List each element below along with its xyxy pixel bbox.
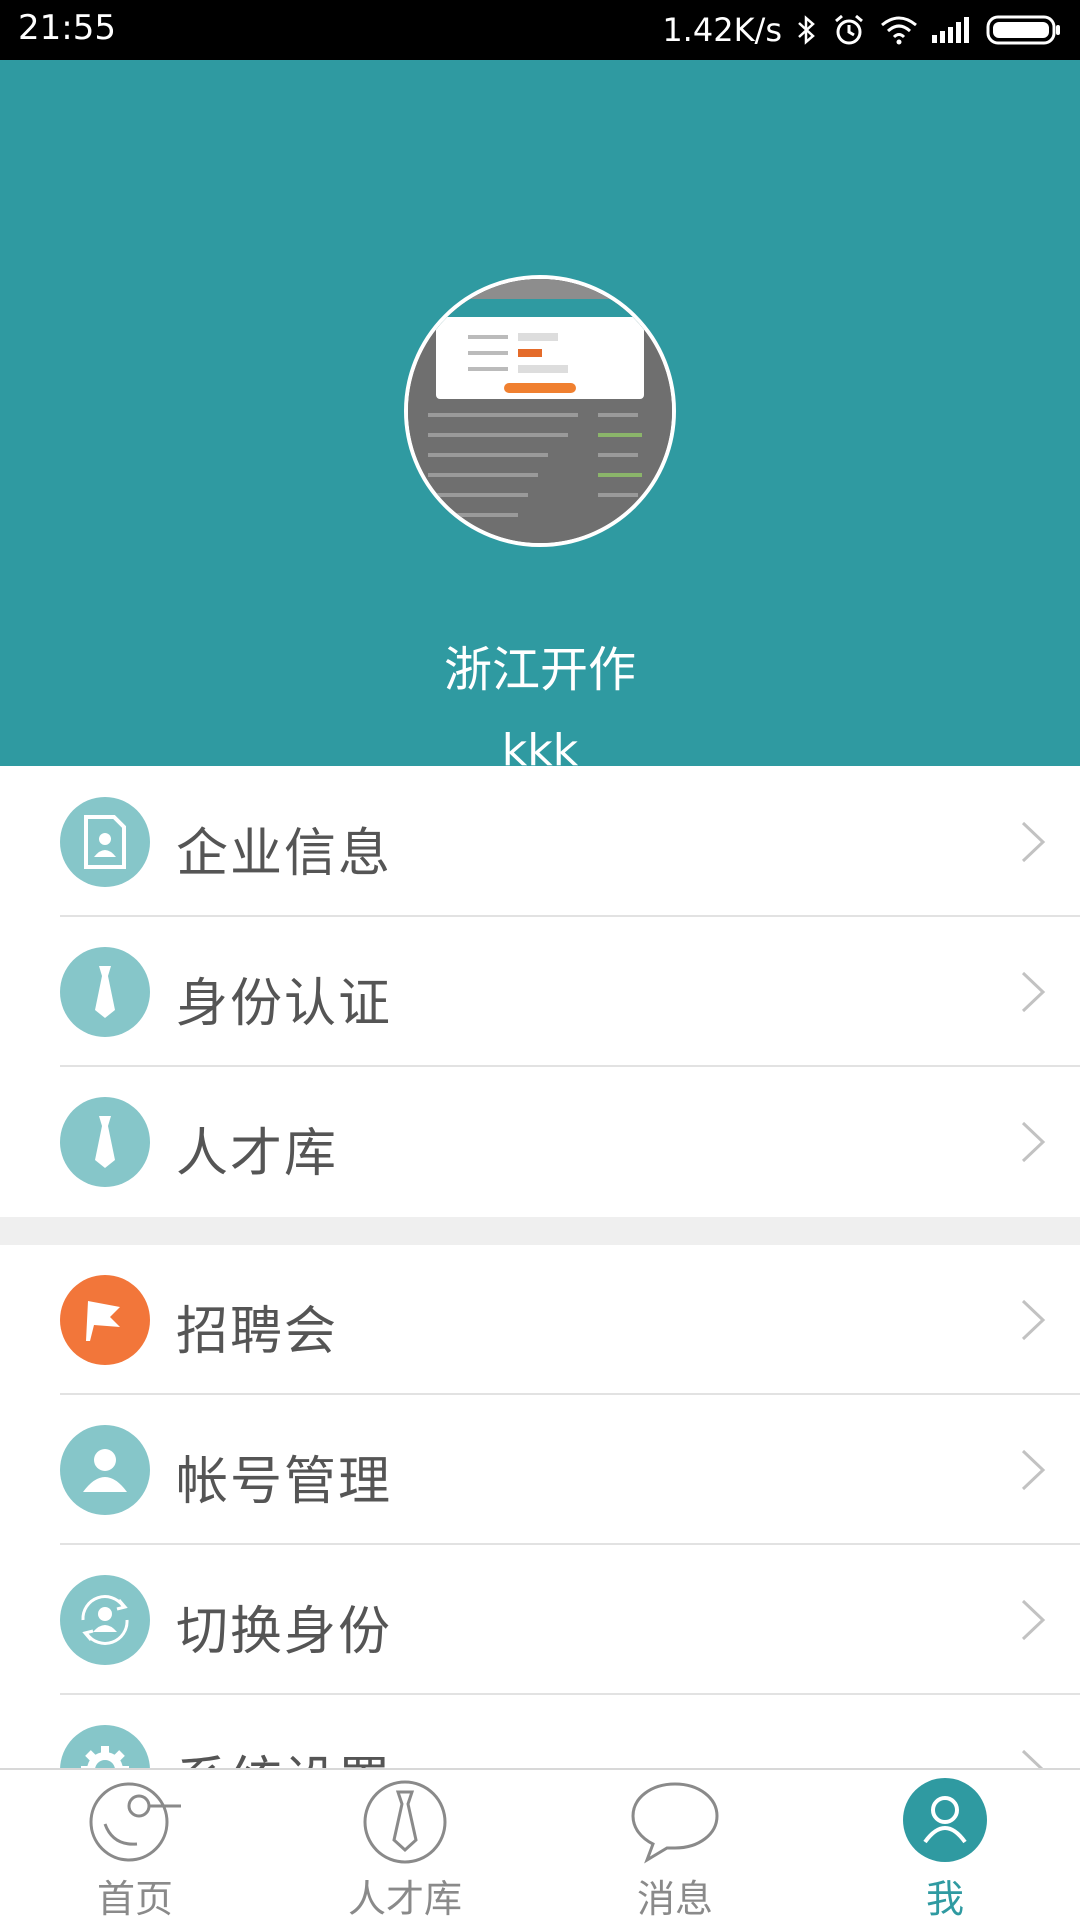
tab-talent-pool[interactable]: 人才库 xyxy=(270,1770,540,1920)
avatar-screenshot-image xyxy=(408,279,672,543)
tie-icon xyxy=(60,947,150,1037)
menu-item-label: 招聘会 xyxy=(176,1302,339,1362)
status-bar: 21:55 1.42K/s xyxy=(0,0,1080,60)
tab-label: 我 xyxy=(925,1877,964,1920)
switch-user-icon xyxy=(60,1575,150,1665)
chevron-right-icon xyxy=(1020,1448,1046,1496)
tie-icon xyxy=(361,1778,449,1868)
chevron-right-icon xyxy=(1020,970,1046,1018)
signal-icon xyxy=(932,17,972,43)
menu-item-label: 切换身份 xyxy=(176,1602,393,1662)
tab-label: 消息 xyxy=(636,1877,713,1920)
menu-item-label: 帐号管理 xyxy=(176,1452,393,1512)
chevron-right-icon xyxy=(1020,820,1046,868)
menu-item-switch-identity[interactable]: 切换身份 xyxy=(0,1545,1080,1695)
chevron-right-icon xyxy=(1020,1298,1046,1346)
tie-icon xyxy=(60,1097,150,1187)
status-time: 21:55 xyxy=(18,8,116,48)
tab-label: 首页 xyxy=(96,1877,173,1920)
bluetooth-icon xyxy=(796,14,818,46)
contact-card-icon xyxy=(60,797,150,887)
alarm-icon xyxy=(832,13,866,47)
menu-item-job-fair[interactable]: 招聘会 xyxy=(0,1245,1080,1395)
menu-item-system-settings[interactable]: 系统设置 xyxy=(0,1695,1080,1769)
chevron-right-icon xyxy=(1020,1120,1046,1168)
flag-icon xyxy=(60,1275,150,1365)
chevron-right-icon xyxy=(1020,1748,1046,1769)
menu-item-label: 人才库 xyxy=(176,1124,339,1184)
menu-item-label: 企业信息 xyxy=(176,824,393,884)
menu-group-account: 招聘会 帐号管理 切换身份 系统设置 xyxy=(0,1245,1080,1769)
menu-item-company-info[interactable]: 企业信息 xyxy=(0,767,1080,917)
bottom-nav: 首页 人才库 消息 我 xyxy=(0,1768,1080,1920)
tab-me[interactable]: 我 xyxy=(810,1770,1080,1920)
menu-group-company: 企业信息 身份认证 人才库 xyxy=(0,767,1080,1217)
profile-header: 浙江开作 kkk xyxy=(0,60,1080,776)
tab-home[interactable]: 首页 xyxy=(0,1770,270,1920)
home-icon xyxy=(85,1778,185,1868)
menu-item-label: 系统设置 xyxy=(176,1739,392,1769)
avatar[interactable] xyxy=(404,275,676,547)
tab-messages[interactable]: 消息 xyxy=(540,1770,810,1920)
net-speed: 1.42K/s xyxy=(662,11,782,49)
wifi-icon xyxy=(880,15,918,45)
status-icons: 1.42K/s xyxy=(662,6,1062,54)
chat-bubble-icon xyxy=(629,1778,721,1868)
chevron-right-icon xyxy=(1020,1598,1046,1646)
user-icon xyxy=(60,1425,150,1515)
menu-item-account-management[interactable]: 帐号管理 xyxy=(0,1395,1080,1545)
menu-item-label: 身份认证 xyxy=(176,974,393,1034)
section-gap xyxy=(0,1217,1080,1245)
menu-item-talent-pool[interactable]: 人才库 xyxy=(0,1067,1080,1217)
user-icon xyxy=(901,1778,989,1868)
menu-item-identity-verification[interactable]: 身份认证 xyxy=(0,917,1080,1067)
battery-icon xyxy=(986,15,1062,45)
tab-label: 人才库 xyxy=(347,1877,462,1920)
gear-icon xyxy=(60,1725,150,1769)
company-name: 浙江开作 xyxy=(443,642,636,698)
